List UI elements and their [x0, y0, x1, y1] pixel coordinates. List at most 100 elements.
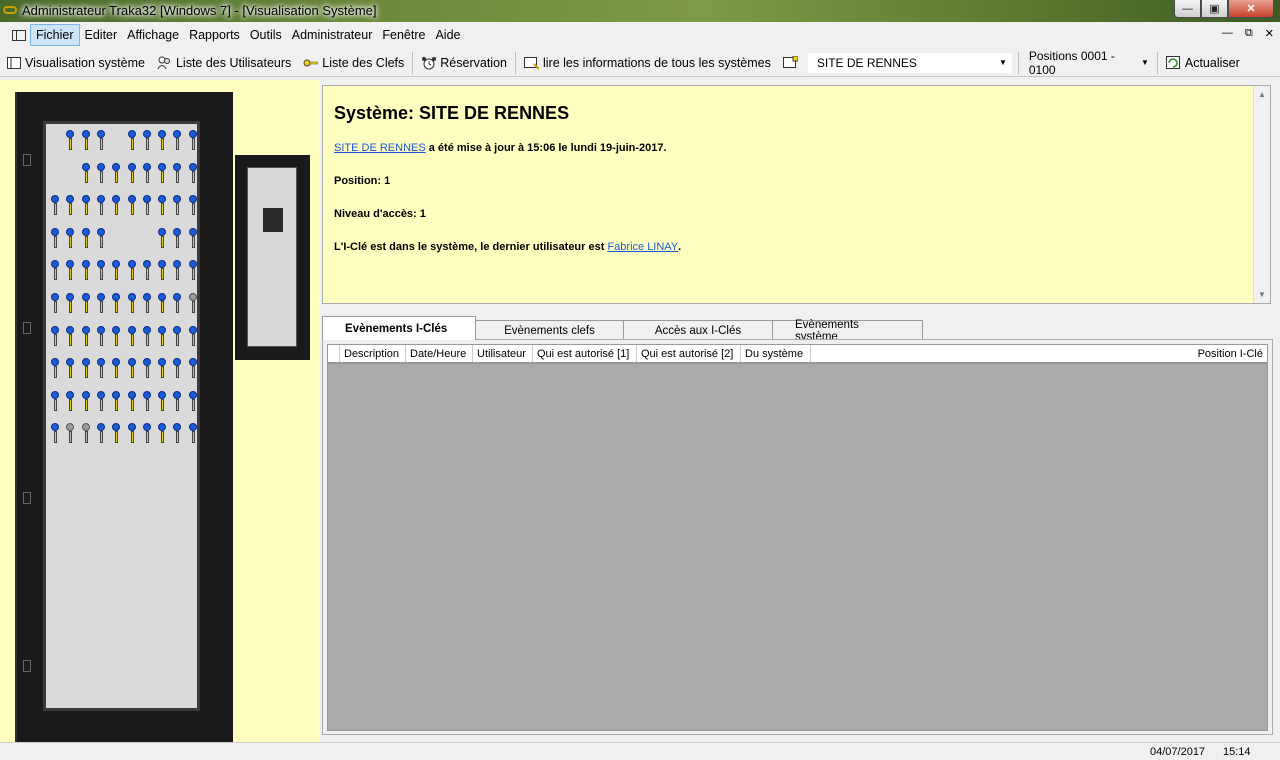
reservation-button[interactable]: Réservation — [415, 51, 513, 75]
menu-affichage[interactable]: Affichage — [122, 25, 184, 45]
key-slot[interactable] — [127, 390, 137, 411]
key-slot[interactable] — [66, 130, 75, 150]
key-slot[interactable] — [66, 325, 75, 346]
key-slot[interactable] — [127, 423, 137, 444]
key-slot[interactable] — [142, 390, 152, 411]
lire-informations-button[interactable]: lire les informations de tous les systèm… — [518, 51, 777, 75]
key-slot[interactable] — [188, 390, 198, 411]
key-slot[interactable] — [173, 293, 182, 313]
key-slot[interactable] — [81, 293, 91, 313]
menu-editer[interactable]: Editer — [80, 25, 123, 45]
key-slot[interactable] — [158, 423, 167, 444]
key-slot[interactable] — [173, 130, 182, 150]
site-combo[interactable]: SITE DE RENNES ▼ — [807, 52, 1012, 73]
key-slot[interactable] — [51, 260, 60, 281]
key-slot[interactable] — [81, 260, 91, 281]
key-slot[interactable] — [127, 260, 137, 281]
actualiser-button[interactable]: Actualiser — [1160, 51, 1246, 75]
tab-acces-icles[interactable]: Accès aux I-Clés — [623, 320, 773, 340]
key-slot[interactable] — [158, 390, 167, 411]
liste-clefs-button[interactable]: Liste des Clefs — [297, 51, 410, 75]
info-scrollbar[interactable]: ▲ ▼ — [1253, 86, 1270, 303]
key-slot[interactable] — [142, 195, 152, 216]
key-slot[interactable] — [81, 227, 91, 248]
key-slot[interactable] — [188, 195, 198, 216]
key-slot[interactable] — [158, 227, 167, 248]
key-slot[interactable] — [188, 130, 198, 150]
key-slot[interactable] — [127, 162, 137, 183]
key-slot[interactable] — [158, 325, 167, 346]
key-slot[interactable] — [188, 227, 198, 248]
menu-outils[interactable]: Outils — [245, 25, 287, 45]
key-slot[interactable] — [81, 195, 91, 216]
liste-utilisateurs-button[interactable]: Liste des Utilisateurs — [151, 51, 297, 75]
key-slot[interactable] — [173, 423, 182, 444]
key-slot[interactable] — [188, 260, 198, 281]
visualisation-systeme-button[interactable]: Visualisation système — [0, 51, 151, 75]
tab-evenements-clefs[interactable]: Evènements clefs — [475, 320, 624, 340]
col-position-icle[interactable]: Position I-Clé — [811, 345, 1267, 362]
scroll-up-icon[interactable]: ▲ — [1258, 90, 1266, 99]
key-slot[interactable] — [96, 358, 106, 379]
key-slot[interactable] — [142, 162, 152, 183]
key-slot[interactable] — [96, 325, 106, 346]
key-slot[interactable] — [96, 162, 106, 183]
key-slot[interactable] — [96, 390, 106, 411]
key-slot[interactable] — [81, 390, 91, 411]
mdi-minimize-button[interactable]: — — [1222, 27, 1233, 40]
key-slot[interactable] — [112, 423, 121, 444]
key-slot[interactable] — [188, 423, 198, 444]
key-slot[interactable] — [66, 227, 75, 248]
key-slot[interactable] — [173, 358, 182, 379]
key-slot[interactable] — [158, 195, 167, 216]
key-slot[interactable] — [142, 423, 152, 444]
key-slot[interactable] — [188, 358, 198, 379]
site-link[interactable]: SITE DE RENNES — [334, 142, 426, 154]
key-slot[interactable] — [127, 293, 137, 313]
key-slot[interactable] — [188, 325, 198, 346]
system-select-icon-button[interactable] — [777, 51, 808, 75]
user-link[interactable]: Fabrice LINAY — [607, 241, 678, 253]
key-slot[interactable] — [112, 195, 121, 216]
key-slot[interactable] — [51, 423, 60, 444]
col-qui-autorise-1[interactable]: Qui est autorisé [1] — [533, 345, 637, 362]
close-button[interactable]: ✕ — [1228, 0, 1274, 18]
key-slot[interactable] — [127, 130, 137, 150]
key-slot[interactable] — [173, 325, 182, 346]
col-utilisateur[interactable]: Utilisateur — [473, 345, 533, 362]
key-slot[interactable] — [158, 358, 167, 379]
menu-fichier[interactable]: Fichier — [30, 24, 80, 46]
key-slot[interactable] — [173, 162, 182, 183]
scroll-down-icon[interactable]: ▼ — [1258, 290, 1266, 299]
key-slot[interactable] — [81, 358, 91, 379]
tab-evenements-systeme[interactable]: Evènements système — [772, 319, 923, 343]
grid-body[interactable] — [327, 363, 1268, 731]
col-qui-autorise-2[interactable]: Qui est autorisé [2] — [637, 345, 741, 362]
key-slot[interactable] — [66, 423, 75, 444]
positions-combo[interactable]: Positions 0001 - 0100 ▼ — [1021, 49, 1153, 77]
key-slot[interactable] — [142, 293, 152, 313]
col-du-systeme[interactable]: Du système — [741, 345, 811, 362]
key-slot[interactable] — [173, 195, 182, 216]
key-slot[interactable] — [158, 162, 167, 183]
key-slot[interactable] — [51, 325, 60, 346]
key-slot[interactable] — [158, 293, 167, 313]
key-slot[interactable] — [112, 260, 121, 281]
key-slot[interactable] — [51, 195, 60, 216]
menu-aide[interactable]: Aide — [430, 25, 465, 45]
key-slot[interactable] — [81, 162, 91, 183]
key-slot[interactable] — [173, 227, 182, 248]
key-cabinet[interactable] — [15, 92, 233, 742]
key-slot[interactable] — [158, 130, 167, 150]
key-slot[interactable] — [51, 358, 60, 379]
key-slot[interactable] — [81, 325, 91, 346]
key-slot[interactable] — [51, 293, 60, 313]
key-slot[interactable] — [188, 293, 198, 313]
key-slot[interactable] — [51, 390, 60, 411]
key-slot[interactable] — [142, 260, 152, 281]
key-slot[interactable] — [142, 325, 152, 346]
key-slot[interactable] — [173, 390, 182, 411]
key-slot[interactable] — [96, 227, 106, 248]
key-slot[interactable] — [112, 390, 121, 411]
system-view-icon[interactable] — [12, 29, 26, 41]
